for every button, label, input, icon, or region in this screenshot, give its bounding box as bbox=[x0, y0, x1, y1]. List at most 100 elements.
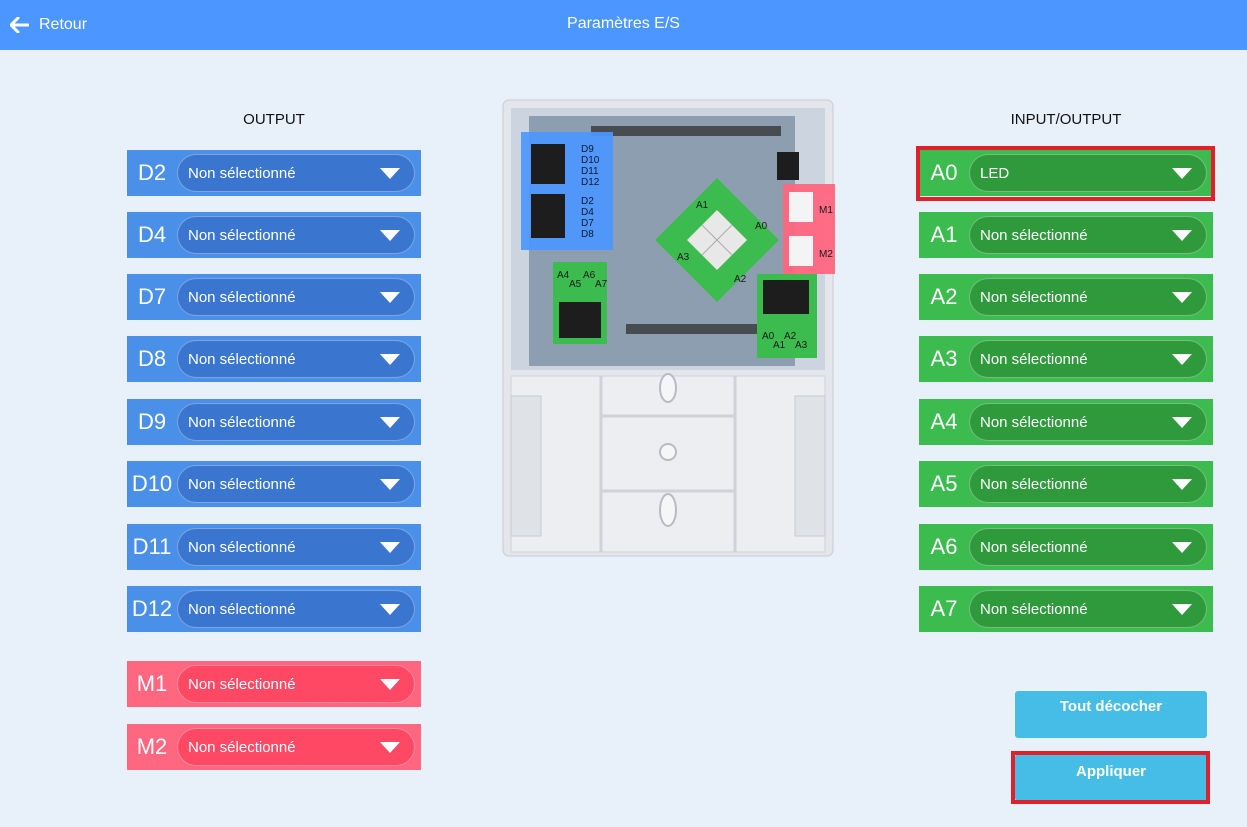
caret-down-icon bbox=[1172, 603, 1192, 615]
pin-label: D7 bbox=[137, 284, 167, 309]
pin-select-m2[interactable]: Non sélectionné bbox=[177, 728, 415, 766]
pin-select-m1[interactable]: Non sélectionné bbox=[177, 665, 415, 703]
board-label-left-a5: A5 bbox=[569, 279, 582, 290]
pin-row-a4: A4 Non sélectionné bbox=[919, 399, 1213, 445]
pin-select-value: Non sélectionné bbox=[188, 164, 296, 182]
caret-down-icon bbox=[380, 541, 400, 553]
caret-down-icon bbox=[380, 678, 400, 690]
caret-down-icon bbox=[1172, 229, 1192, 241]
board-label-d12: D12 bbox=[581, 177, 600, 188]
pin-label: D11 bbox=[132, 534, 172, 559]
pin-select-d10[interactable]: Non sélectionné bbox=[177, 465, 415, 503]
board-label-d2: D2 bbox=[581, 196, 594, 207]
board-label-d10: D10 bbox=[581, 155, 600, 166]
pin-select-d9[interactable]: Non sélectionné bbox=[177, 403, 415, 441]
pin-select-a3[interactable]: Non sélectionné bbox=[969, 340, 1207, 378]
pin-row-a6: A6 Non sélectionné bbox=[919, 524, 1213, 570]
board-diagram: D9 D10 D11 D12 D2 D4 D7 D8 M1 M2 A1 A0 A… bbox=[502, 99, 835, 557]
board-label-left-a7: A7 bbox=[595, 279, 608, 290]
caret-down-icon bbox=[1172, 478, 1192, 490]
caret-down-icon bbox=[380, 741, 400, 753]
pin-label: M1 bbox=[136, 671, 168, 696]
pin-row-a1: A1 Non sélectionné bbox=[919, 212, 1213, 258]
board-label-m2: M2 bbox=[819, 249, 833, 260]
pin-select-a1[interactable]: Non sélectionné bbox=[969, 216, 1207, 254]
page-title: Paramètres E/S bbox=[567, 15, 680, 32]
pin-select-value: Non sélectionné bbox=[188, 600, 296, 618]
pin-select-value: Non sélectionné bbox=[188, 413, 296, 431]
pin-select-value: Non sélectionné bbox=[188, 738, 296, 756]
pin-label: M2 bbox=[136, 734, 168, 759]
caret-down-icon bbox=[380, 416, 400, 428]
apply-button[interactable]: Appliquer bbox=[1015, 754, 1207, 801]
pin-select-value: Non sélectionné bbox=[188, 288, 296, 306]
pin-row-d10: D10 Non sélectionné bbox=[127, 461, 421, 507]
pin-row-a5: A5 Non sélectionné bbox=[919, 461, 1213, 507]
input-output-heading: INPUT/OUTPUT bbox=[1010, 111, 1122, 128]
board-label-d8: D8 bbox=[581, 229, 594, 240]
pin-select-value: Non sélectionné bbox=[980, 600, 1088, 618]
pin-row-d4: D4 Non sélectionné bbox=[127, 212, 421, 258]
pin-label: A4 bbox=[930, 409, 958, 434]
pin-row-d2: D2 Non sélectionné bbox=[127, 150, 421, 196]
pin-select-d4[interactable]: Non sélectionné bbox=[177, 216, 415, 254]
pin-label: D10 bbox=[131, 471, 173, 496]
pin-select-a0[interactable]: LED bbox=[969, 154, 1207, 192]
pin-row-d11: D11 Non sélectionné bbox=[127, 524, 421, 570]
pin-row-d8: D8 Non sélectionné bbox=[127, 336, 421, 382]
pin-select-d7[interactable]: Non sélectionné bbox=[177, 278, 415, 316]
pin-label: D12 bbox=[131, 596, 173, 621]
board-label-right-a3: A3 bbox=[795, 340, 808, 351]
pin-row-a2: A2 Non sélectionné bbox=[919, 274, 1213, 320]
board-label-d9: D9 bbox=[581, 144, 594, 155]
pin-row-d9: D9 Non sélectionné bbox=[127, 399, 421, 445]
board-label-diamond-a3: A3 bbox=[677, 252, 690, 263]
pin-select-d2[interactable]: Non sélectionné bbox=[177, 154, 415, 192]
pin-label: D8 bbox=[137, 346, 167, 371]
pin-select-a7[interactable]: Non sélectionné bbox=[969, 590, 1207, 628]
board-label-diamond-a0: A0 bbox=[755, 221, 768, 232]
pin-row-m1: M1 Non sélectionné bbox=[127, 661, 421, 707]
pin-label: A5 bbox=[930, 471, 958, 496]
board-label-diamond-a1: A1 bbox=[696, 200, 709, 211]
caret-down-icon bbox=[1172, 291, 1192, 303]
pin-select-d11[interactable]: Non sélectionné bbox=[177, 528, 415, 566]
pin-select-a5[interactable]: Non sélectionné bbox=[969, 465, 1207, 503]
caret-down-icon bbox=[380, 291, 400, 303]
caret-down-icon bbox=[380, 603, 400, 615]
board-label-d4: D4 bbox=[581, 207, 594, 218]
pin-select-value: Non sélectionné bbox=[980, 475, 1088, 493]
pin-select-value: Non sélectionné bbox=[188, 350, 296, 368]
pin-label: D2 bbox=[137, 160, 167, 185]
uncheck-all-button[interactable]: Tout décocher bbox=[1015, 691, 1207, 738]
caret-down-icon bbox=[380, 478, 400, 490]
caret-down-icon bbox=[380, 229, 400, 241]
pin-label: A3 bbox=[930, 346, 958, 371]
pin-row-d12: D12 Non sélectionné bbox=[127, 586, 421, 632]
board-label-left-a4: A4 bbox=[557, 270, 570, 281]
pin-select-value: Non sélectionné bbox=[188, 538, 296, 556]
top-bar: Retour Paramètres E/S bbox=[0, 0, 1247, 50]
pin-row-a3: A3 Non sélectionné bbox=[919, 336, 1213, 382]
pin-select-d12[interactable]: Non sélectionné bbox=[177, 590, 415, 628]
board-label-right-a1: A1 bbox=[773, 340, 786, 351]
pin-label: D4 bbox=[137, 222, 167, 247]
pin-row-a7: A7 Non sélectionné bbox=[919, 586, 1213, 632]
board-label-d7: D7 bbox=[581, 218, 594, 229]
board-label-left-a6: A6 bbox=[583, 270, 596, 281]
pin-select-a2[interactable]: Non sélectionné bbox=[969, 278, 1207, 316]
pin-label: A1 bbox=[930, 222, 958, 247]
board-label-d11: D11 bbox=[581, 166, 599, 177]
pin-select-a6[interactable]: Non sélectionné bbox=[969, 528, 1207, 566]
pin-row-a0: A0 LED bbox=[919, 150, 1213, 196]
pin-select-value: Non sélectionné bbox=[980, 288, 1088, 306]
pin-select-value: LED bbox=[980, 164, 1010, 182]
pin-label: A6 bbox=[930, 534, 958, 559]
caret-down-icon bbox=[1172, 416, 1192, 428]
pin-select-value: Non sélectionné bbox=[980, 538, 1088, 556]
pin-row-m2: M2 Non sélectionné bbox=[127, 724, 421, 770]
pin-select-value: Non sélectionné bbox=[980, 226, 1088, 244]
pin-select-d8[interactable]: Non sélectionné bbox=[177, 340, 415, 378]
output-heading: OUTPUT bbox=[243, 111, 305, 128]
pin-select-a4[interactable]: Non sélectionné bbox=[969, 403, 1207, 441]
